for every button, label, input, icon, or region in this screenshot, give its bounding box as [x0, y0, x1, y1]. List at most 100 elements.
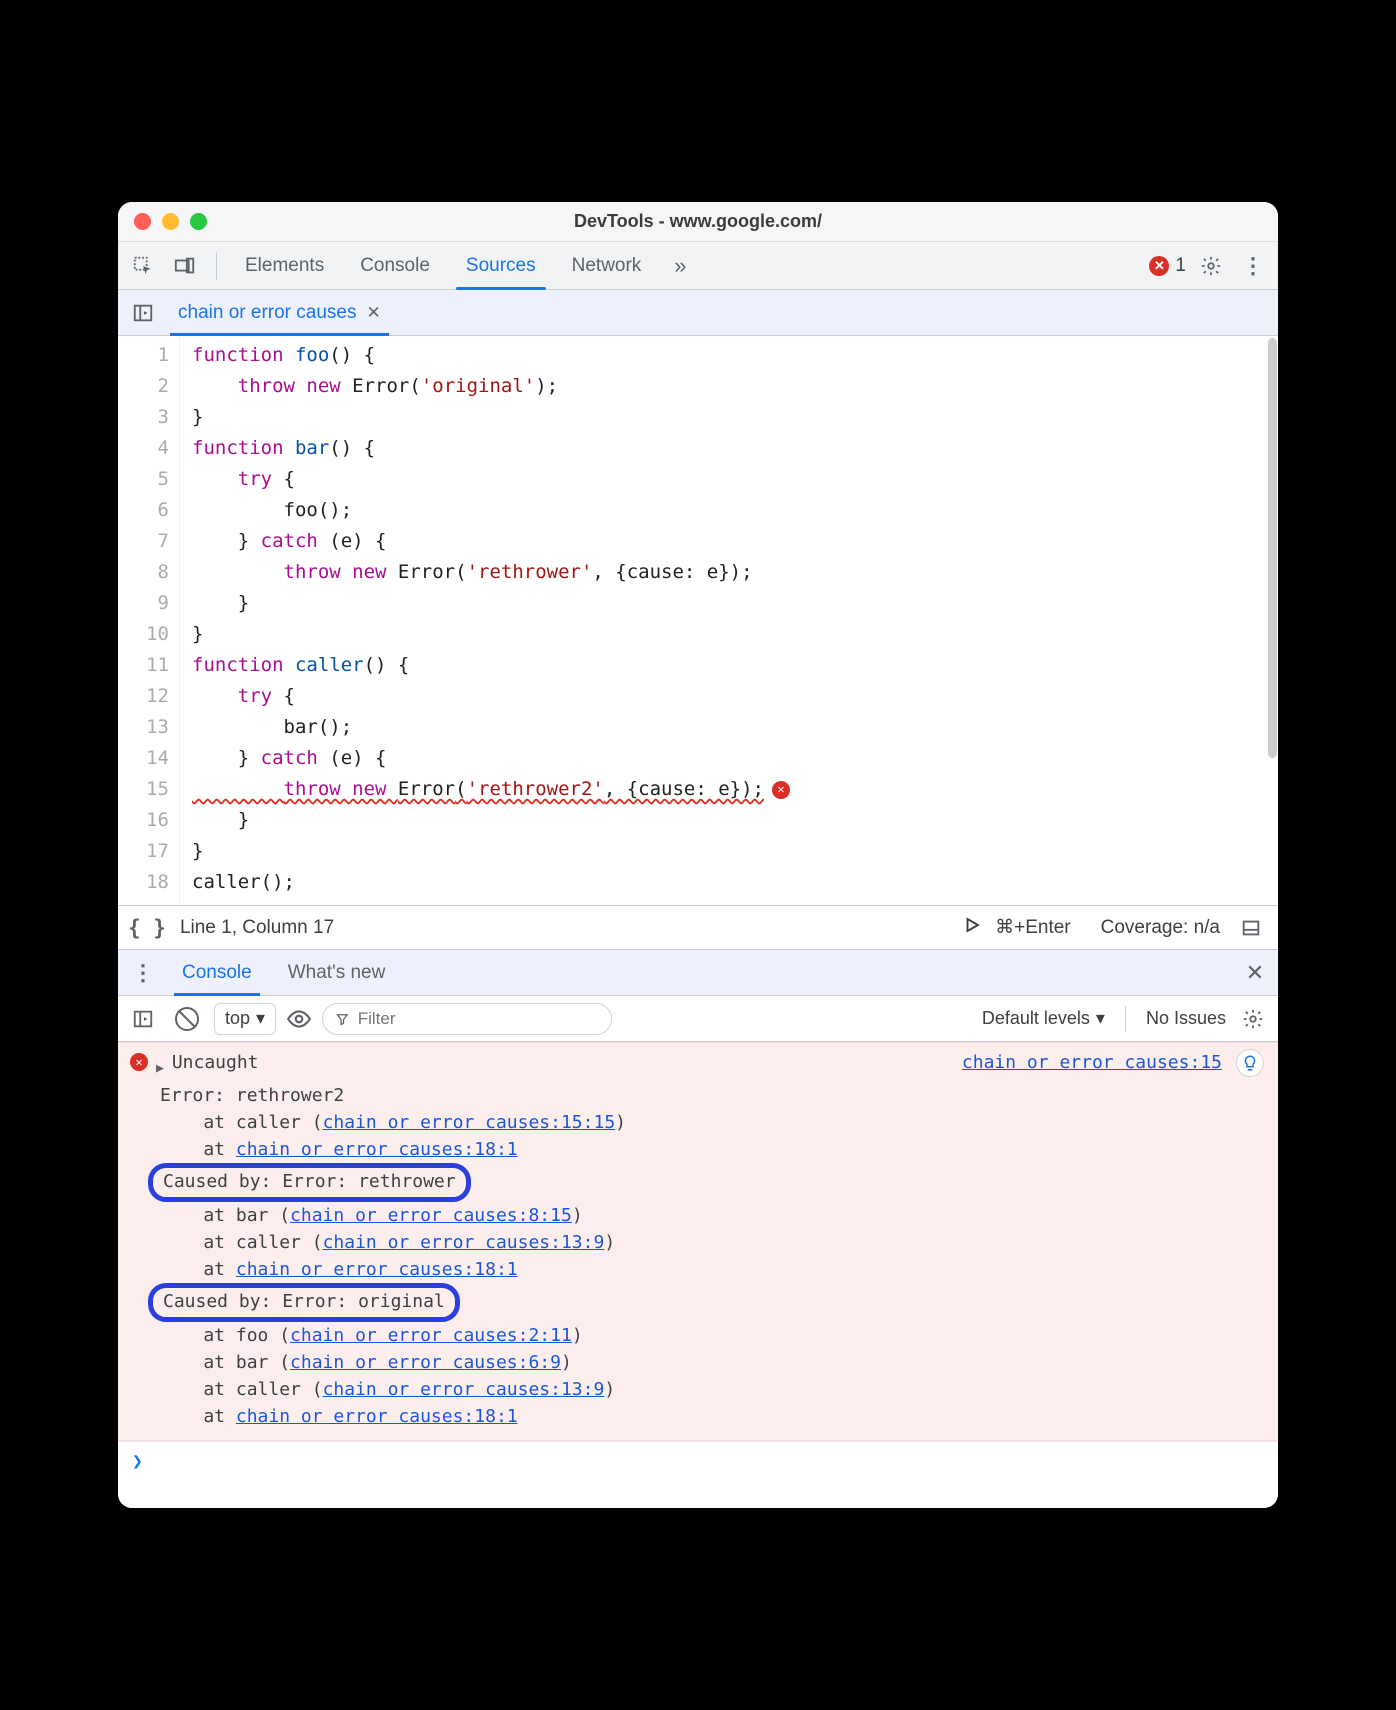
stack-link[interactable]: chain or error causes:18:1 — [236, 1406, 518, 1427]
run-icon[interactable] — [963, 916, 981, 940]
code-line[interactable]: throw new Error('rethrower', {cause: e})… — [192, 557, 790, 588]
code-line[interactable]: try { — [192, 464, 790, 495]
error-head: Uncaught — [172, 1049, 259, 1076]
line-number: 8 — [118, 557, 179, 588]
code-line[interactable]: function bar() { — [192, 433, 790, 464]
chevron-down-icon: ▾ — [1096, 1008, 1105, 1029]
chevron-right-icon: ❯ — [132, 1448, 143, 1475]
tab-elements[interactable]: Elements — [231, 242, 338, 289]
drawer-tab-console[interactable]: Console — [168, 950, 266, 995]
stack-link[interactable]: chain or error causes:6:9 — [290, 1352, 561, 1373]
log-levels-select[interactable]: Default levels ▾ — [982, 1008, 1105, 1029]
drawer-tab-whatsnew[interactable]: What's new — [274, 950, 400, 995]
line-number: 14 — [118, 743, 179, 774]
line-number: 6 — [118, 495, 179, 526]
chevron-down-icon: ▾ — [256, 1008, 265, 1029]
tab-sources[interactable]: Sources — [452, 242, 550, 289]
code-line[interactable]: } — [192, 402, 790, 433]
navigator-toggle-icon[interactable] — [126, 296, 160, 330]
stack-link[interactable]: chain or error causes:18:1 — [236, 1259, 518, 1280]
code-line[interactable]: function caller() { — [192, 650, 790, 681]
context-value: top — [225, 1008, 250, 1029]
line-number: 17 — [118, 836, 179, 867]
line-number: 9 — [118, 588, 179, 619]
run-shortcut: ⌘+Enter — [995, 916, 1071, 939]
close-icon[interactable] — [134, 213, 151, 230]
gear-icon[interactable] — [1236, 1002, 1270, 1036]
code-line[interactable]: } — [192, 836, 790, 867]
stack-link[interactable]: chain or error causes:2:11 — [290, 1325, 572, 1346]
console-body: chain or error causes:15 ✕ ▶ Uncaught Er… — [118, 1042, 1278, 1508]
file-tab[interactable]: chain or error causes ✕ — [170, 290, 389, 335]
line-number: 10 — [118, 619, 179, 650]
stack-link[interactable]: chain or error causes:15:15 — [323, 1112, 616, 1133]
code-line[interactable]: caller(); — [192, 867, 790, 898]
inline-error-icon[interactable]: ✕ — [772, 781, 790, 799]
code-line[interactable]: foo(); — [192, 495, 790, 526]
coverage-label[interactable]: Coverage: n/a — [1101, 917, 1220, 939]
editor-statusbar: { } Line 1, Column 17 ⌘+Enter Coverage: … — [118, 906, 1278, 950]
code-line[interactable]: } — [192, 805, 790, 836]
code-line[interactable]: throw new Error('original'); — [192, 371, 790, 402]
line-number: 7 — [118, 526, 179, 557]
code-line[interactable]: } catch (e) { — [192, 743, 790, 774]
errors-count-value: 1 — [1175, 255, 1186, 277]
main-tabstrip: Elements Console Sources Network » ✕ 1 ⋮ — [118, 242, 1278, 290]
line-gutter: 123456789101112131415161718 — [118, 336, 180, 905]
error-origin-link[interactable]: chain or error causes:15 — [962, 1049, 1222, 1076]
source-editor[interactable]: 123456789101112131415161718 function foo… — [118, 336, 1278, 906]
kebab-icon[interactable]: ⋮ — [126, 956, 160, 990]
window-title: DevTools - www.google.com/ — [118, 211, 1278, 232]
line-number: 1 — [118, 340, 179, 371]
window-titlebar: DevTools - www.google.com/ — [118, 202, 1278, 242]
execution-context-select[interactable]: top ▾ — [214, 1003, 276, 1035]
code-line[interactable]: function foo() { — [192, 340, 790, 371]
inspect-element-icon[interactable] — [126, 249, 160, 283]
expand-icon[interactable]: ▶ — [156, 1055, 164, 1082]
console-error-entry[interactable]: chain or error causes:15 ✕ ▶ Uncaught Er… — [118, 1042, 1278, 1441]
tab-console[interactable]: Console — [346, 242, 444, 289]
clear-console-icon[interactable] — [170, 1002, 204, 1036]
highlight-cause: Caused by: Error: original — [148, 1283, 460, 1322]
console-prompt[interactable]: ❯ — [118, 1441, 1278, 1481]
issues-label[interactable]: No Issues — [1146, 1008, 1226, 1029]
line-number: 11 — [118, 650, 179, 681]
line-number: 5 — [118, 464, 179, 495]
line-number: 18 — [118, 867, 179, 898]
live-expression-icon[interactable] — [286, 1006, 312, 1032]
file-tabstrip: chain or error causes ✕ — [118, 290, 1278, 336]
tab-network[interactable]: Network — [558, 242, 656, 289]
close-icon[interactable]: ✕ — [1240, 958, 1270, 988]
device-toolbar-icon[interactable] — [168, 249, 202, 283]
code-area[interactable]: function foo() { throw new Error('origin… — [180, 336, 790, 905]
more-tabs-icon[interactable]: » — [663, 249, 697, 283]
stack-link[interactable]: chain or error causes:13:9 — [323, 1379, 605, 1400]
error-icon: ✕ — [1149, 256, 1169, 276]
stack-link[interactable]: chain or error causes:13:9 — [323, 1232, 605, 1253]
code-line[interactable]: } — [192, 588, 790, 619]
code-line[interactable]: try { — [192, 681, 790, 712]
ai-insight-icon[interactable] — [1236, 1049, 1264, 1077]
filter-field[interactable] — [322, 1003, 612, 1035]
errors-count[interactable]: ✕ 1 — [1149, 255, 1186, 277]
filter-input[interactable] — [358, 1009, 599, 1029]
zoom-icon[interactable] — [190, 213, 207, 230]
kebab-icon[interactable]: ⋮ — [1236, 249, 1270, 283]
divider — [216, 252, 217, 280]
collapse-drawer-icon[interactable] — [1234, 911, 1268, 945]
code-line[interactable]: } — [192, 619, 790, 650]
minimize-icon[interactable] — [162, 213, 179, 230]
code-line[interactable]: bar(); — [192, 712, 790, 743]
stack-link[interactable]: chain or error causes:8:15 — [290, 1205, 572, 1226]
vertical-scrollbar[interactable] — [1268, 338, 1277, 758]
gear-icon[interactable] — [1194, 249, 1228, 283]
devtools-window: DevTools - www.google.com/ Elements Cons… — [118, 202, 1278, 1508]
pretty-print-icon[interactable]: { } — [128, 916, 166, 940]
line-number: 4 — [118, 433, 179, 464]
sidebar-toggle-icon[interactable] — [126, 1002, 160, 1036]
line-number: 16 — [118, 805, 179, 836]
code-line[interactable]: throw new Error('rethrower2', {cause: e}… — [192, 774, 790, 805]
close-icon[interactable]: ✕ — [366, 303, 380, 323]
stack-link[interactable]: chain or error causes:18:1 — [236, 1139, 518, 1160]
code-line[interactable]: } catch (e) { — [192, 526, 790, 557]
